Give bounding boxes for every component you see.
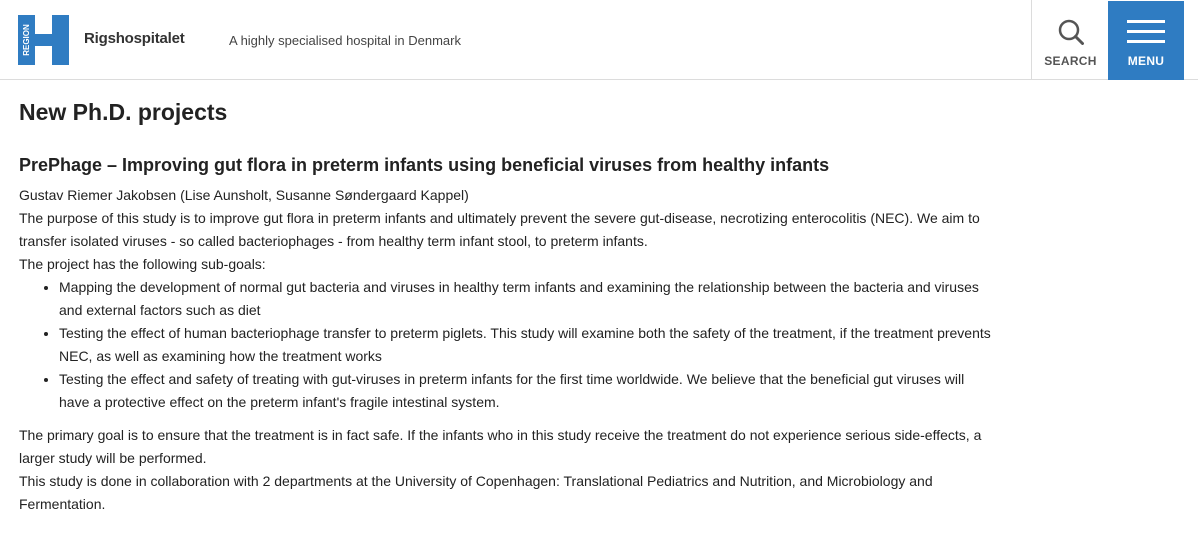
page-title: New Ph.D. projects xyxy=(19,99,228,125)
primary-goal: The primary goal is to ensure that the t… xyxy=(19,427,982,466)
site-name[interactable]: Rigshospitalet xyxy=(84,30,185,47)
menu-button[interactable]: MENU xyxy=(1108,1,1184,80)
list-item: Testing the effect and safety of treatin… xyxy=(59,368,994,414)
subgoals-list: Mapping the development of normal gut ba… xyxy=(19,276,994,414)
search-button[interactable]: SEARCH xyxy=(1031,0,1108,80)
list-item: Mapping the development of normal gut ba… xyxy=(59,276,994,322)
logo-text: REGION xyxy=(22,24,31,56)
site-tagline: A highly specialised hospital in Denmark xyxy=(229,33,461,48)
region-h-logo-icon: REGION xyxy=(18,15,69,65)
subgoals-intro: The project has the following sub-goals: xyxy=(19,256,266,272)
project-title: PrePhage – Improving gut flora in preter… xyxy=(19,155,830,175)
search-icon xyxy=(1058,19,1084,45)
list-item: Testing the effect of human bacteriophag… xyxy=(59,322,994,368)
menu-label: MENU xyxy=(1127,54,1165,68)
collaboration-note: This study is done in collaboration with… xyxy=(19,473,933,512)
project-authors: Gustav Riemer Jakobsen (Lise Aunsholt, S… xyxy=(19,187,469,203)
region-h-logo[interactable]: REGION xyxy=(18,15,69,65)
project-description: Gustav Riemer Jakobsen (Lise Aunsholt, S… xyxy=(19,184,994,516)
site-header: REGION Rigshospitalet A highly specialis… xyxy=(0,0,1198,80)
project-purpose: The purpose of this study is to improve … xyxy=(19,210,980,249)
main-content: New Ph.D. projects PrePhage – Improving … xyxy=(19,98,994,516)
search-label: SEARCH xyxy=(1044,54,1097,68)
